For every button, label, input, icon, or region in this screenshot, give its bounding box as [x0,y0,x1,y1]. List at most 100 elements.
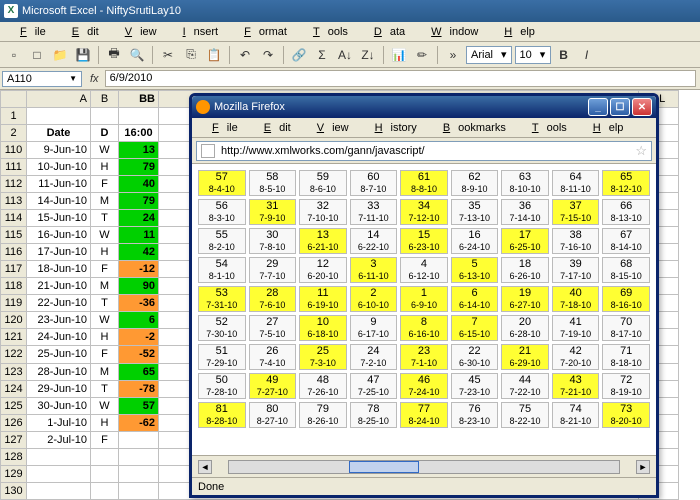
row-header[interactable]: 126 [1,414,27,431]
gann-cell[interactable]: 658-12-10 [601,169,652,198]
gann-cell[interactable]: 216-29-10 [500,343,551,372]
gann-cell[interactable]: 708-17-10 [601,314,652,343]
gann-cell[interactable]: 347-12-10 [399,198,450,227]
gann-cell[interactable]: 778-24-10 [399,401,450,430]
url-input[interactable]: http://www.xmlworks.com/gann/javascript/… [196,141,652,161]
row-header[interactable]: 119 [1,295,27,312]
cell[interactable]: M [91,193,119,210]
cell[interactable]: 1-Jul-10 [27,414,91,431]
gann-cell[interactable]: 156-23-10 [399,227,450,256]
gann-cell[interactable]: 748-21-10 [550,401,601,430]
row-header[interactable]: 129 [1,465,27,482]
row-header[interactable]: 123 [1,363,27,380]
gann-cell[interactable]: 116-19-10 [298,285,349,314]
sort-desc-icon[interactable]: Z↓ [358,45,378,65]
close-button[interactable]: ✕ [632,98,652,116]
menu-view[interactable]: View [109,24,165,40]
maximize-button[interactable]: ☐ [610,98,630,116]
gann-cell[interactable]: 287-6-10 [247,285,298,314]
gann-cell[interactable]: 447-22-10 [500,372,551,401]
gann-cell[interactable]: 818-28-10 [197,401,248,430]
gann-cell[interactable]: 698-16-10 [601,285,652,314]
row-header[interactable]: 120 [1,312,27,329]
gann-cell[interactable]: 237-1-10 [399,343,450,372]
print-icon[interactable]: 🖶 [104,45,124,65]
cell[interactable]: W [91,142,119,159]
col-header-A[interactable]: A [27,91,91,108]
gann-cell[interactable]: 457-23-10 [449,372,500,401]
menu-data[interactable]: Data [358,24,413,40]
cell[interactable]: 21-Jun-10 [27,278,91,295]
gann-cell[interactable]: 497-27-10 [247,372,298,401]
cell[interactable] [119,465,159,482]
gann-cell[interactable]: 608-7-10 [348,169,399,198]
cell[interactable]: 28-Jun-10 [27,363,91,380]
gann-cell[interactable]: 86-16-10 [399,314,450,343]
gann-cell[interactable]: 36-11-10 [348,256,399,285]
cell[interactable]: 24 [119,210,159,227]
row-header[interactable]: 116 [1,244,27,261]
sort-asc-icon[interactable]: A↓ [335,45,355,65]
copy-icon[interactable]: ⎘ [181,45,201,65]
cell[interactable]: 17-Jun-10 [27,244,91,261]
cell[interactable]: 79 [119,159,159,176]
cell[interactable]: 57 [119,397,159,414]
cell[interactable]: -12 [119,261,159,278]
gann-cell[interactable]: 387-16-10 [550,227,601,256]
col-header-B[interactable]: B [91,91,119,108]
scroll-left-button[interactable]: ◄ [198,460,212,474]
cell[interactable]: -52 [119,346,159,363]
gann-cell[interactable]: 427-20-10 [550,343,601,372]
cell[interactable]: -62 [119,414,159,431]
gann-cell[interactable]: 96-17-10 [348,314,399,343]
chart-icon[interactable]: 📊 [389,45,409,65]
cell[interactable]: 13 [119,142,159,159]
italic-button[interactable]: I [577,45,597,65]
row-header[interactable]: 110 [1,142,27,159]
cell[interactable]: W [91,227,119,244]
gann-cell[interactable]: 307-8-10 [247,227,298,256]
cell[interactable]: M [91,278,119,295]
horizontal-scrollbar[interactable] [228,460,620,474]
undo-icon[interactable]: ↶ [235,45,255,65]
gann-cell[interactable]: 788-25-10 [348,401,399,430]
gann-cell[interactable]: 317-9-10 [247,198,298,227]
gann-cell[interactable]: 718-18-10 [601,343,652,372]
row-header[interactable]: 111 [1,159,27,176]
gann-cell[interactable]: 16-9-10 [399,285,450,314]
ff-menu-view[interactable]: View [301,120,357,136]
paste-icon[interactable]: 📋 [204,45,224,65]
cell[interactable]: 90 [119,278,159,295]
gann-cell[interactable]: 507-28-10 [197,372,248,401]
cell[interactable] [27,448,91,465]
row-header[interactable]: 2 [1,125,27,142]
gann-cell[interactable]: 267-4-10 [247,343,298,372]
cell[interactable]: -2 [119,329,159,346]
cell[interactable]: 15-Jun-10 [27,210,91,227]
gann-cell[interactable]: 407-18-10 [550,285,601,314]
gann-cell[interactable]: 377-15-10 [550,198,601,227]
cell[interactable]: F [91,431,119,448]
menu-window[interactable]: Window [415,24,486,40]
gann-cell[interactable]: 327-10-10 [298,198,349,227]
cell[interactable] [27,482,91,499]
cell[interactable]: 24-Jun-10 [27,329,91,346]
cell[interactable]: H [91,244,119,261]
fx-icon[interactable]: fx [84,73,105,85]
gann-cell[interactable]: 106-18-10 [298,314,349,343]
cell[interactable]: 22-Jun-10 [27,295,91,312]
gann-cell[interactable]: 668-13-10 [601,198,652,227]
menu-file[interactable]: File [4,24,54,40]
cell[interactable]: 2-Jul-10 [27,431,91,448]
cell[interactable]: 23-Jun-10 [27,312,91,329]
gann-cell[interactable]: 56-13-10 [449,256,500,285]
drawing-icon[interactable]: ✏ [412,45,432,65]
cell[interactable]: 16-Jun-10 [27,227,91,244]
scroll-right-button[interactable]: ► [636,460,650,474]
firefox-titlebar[interactable]: Mozilla Firefox _ ☐ ✕ [192,96,656,118]
cell[interactable]: 40 [119,176,159,193]
cell[interactable]: 11-Jun-10 [27,176,91,193]
gann-cell[interactable]: 417-19-10 [550,314,601,343]
gann-cell[interactable]: 186-26-10 [500,256,551,285]
ff-menu-file[interactable]: File [196,120,246,136]
